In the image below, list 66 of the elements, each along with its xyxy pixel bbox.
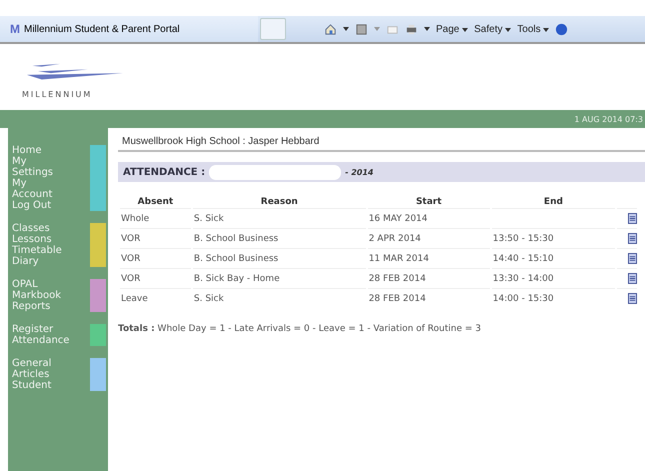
table-cell: 28 FEB 2014 xyxy=(368,288,490,308)
nav-link[interactable]: Diary xyxy=(8,256,90,267)
nav-link[interactable]: General xyxy=(8,358,90,369)
document-icon[interactable] xyxy=(628,293,637,304)
table-cell: S. Sick xyxy=(192,288,366,308)
home-icon[interactable] xyxy=(324,22,337,36)
document-icon[interactable] xyxy=(628,213,637,224)
table-cell: 2 APR 2014 xyxy=(368,228,490,248)
table-cell: B. School Business xyxy=(192,228,366,248)
toolbar-menu[interactable]: Tools xyxy=(517,24,550,34)
nav-link[interactable]: Articles xyxy=(8,369,90,380)
nav-link[interactable]: Reports xyxy=(8,301,90,312)
nav-link[interactable]: Register xyxy=(8,324,90,335)
table-cell: 16 MAY 2014 xyxy=(368,208,490,228)
nav-link[interactable]: Classes xyxy=(8,223,90,234)
caret-icon xyxy=(462,28,468,32)
caret-icon xyxy=(505,28,512,32)
column-header: Start xyxy=(414,196,443,208)
nav-link[interactable]: Markbook xyxy=(8,290,90,301)
year-label: - 2014 xyxy=(345,168,374,176)
column-header: End xyxy=(542,196,564,208)
date-time: 1 AUG 2014 07:3 xyxy=(574,114,643,124)
nav-link[interactable]: Home xyxy=(8,145,90,156)
table-cell: 14:00 - 15:30 xyxy=(492,294,554,304)
nav-link[interactable]: Lessons xyxy=(8,234,90,245)
document-icon[interactable] xyxy=(628,253,637,264)
column-header: Absent xyxy=(136,196,174,208)
document-icon[interactable] xyxy=(628,273,637,284)
nav-link[interactable]: OPAL xyxy=(8,279,90,290)
help-icon[interactable] xyxy=(555,22,568,36)
nav-link[interactable]: Attendance xyxy=(8,335,90,346)
table-cell: 28 FEB 2014 xyxy=(368,268,490,288)
tab-title: Millennium Student & Parent Portal xyxy=(24,24,180,34)
table-cell: B. School Business xyxy=(192,248,366,268)
nav-link[interactable]: Student xyxy=(8,380,90,391)
table-cell: VOR xyxy=(120,248,191,268)
document-icon[interactable] xyxy=(628,233,637,244)
school-student-heading: Muswellbrook High School : Jasper Hebbard xyxy=(118,136,645,152)
table-cell: S. Sick xyxy=(192,208,366,228)
table-cell: Whole xyxy=(120,208,191,228)
logo-text: MILLENNIUM xyxy=(22,90,94,99)
table-cell: VOR xyxy=(120,268,191,288)
browser-tab[interactable]: M Millennium Student & Parent Portal xyxy=(0,16,258,42)
totals-text: Totals : Whole Day = 1 - Late Arrivals = 0 - Leave = 1 - Variation of Routine = 3 xyxy=(118,324,482,334)
toolbar-menu[interactable]: Page xyxy=(436,24,468,34)
table-cell: VOR xyxy=(120,228,191,248)
caret-icon[interactable] xyxy=(343,27,349,31)
nav-link[interactable]: Log Out xyxy=(8,200,90,211)
table-cell: 11 MAR 2014 xyxy=(368,248,490,268)
section-label: ATTENDANCE : xyxy=(123,166,206,178)
print-icon[interactable] xyxy=(405,22,418,36)
site-logo-icon: M xyxy=(10,22,20,36)
nav-link[interactable]: Settings xyxy=(8,167,90,178)
table-cell: B. Sick Bay - Home xyxy=(192,268,366,288)
caret-icon[interactable] xyxy=(424,27,430,31)
nav-link[interactable]: My xyxy=(8,178,90,189)
table-cell: 13:30 - 14:00 xyxy=(492,274,554,284)
nav-link[interactable]: Timetable xyxy=(8,245,90,256)
toolbar-menu[interactable]: Safety xyxy=(474,24,512,34)
nav-link[interactable]: My xyxy=(8,156,90,167)
caret-icon xyxy=(543,28,550,32)
nav-link[interactable]: Account xyxy=(8,189,90,200)
table-cell: Leave xyxy=(120,288,191,308)
table-cell: 14:40 - 15:10 xyxy=(492,254,554,264)
column-header: Reason xyxy=(260,196,299,208)
table-cell: 13:50 - 15:30 xyxy=(492,234,554,244)
